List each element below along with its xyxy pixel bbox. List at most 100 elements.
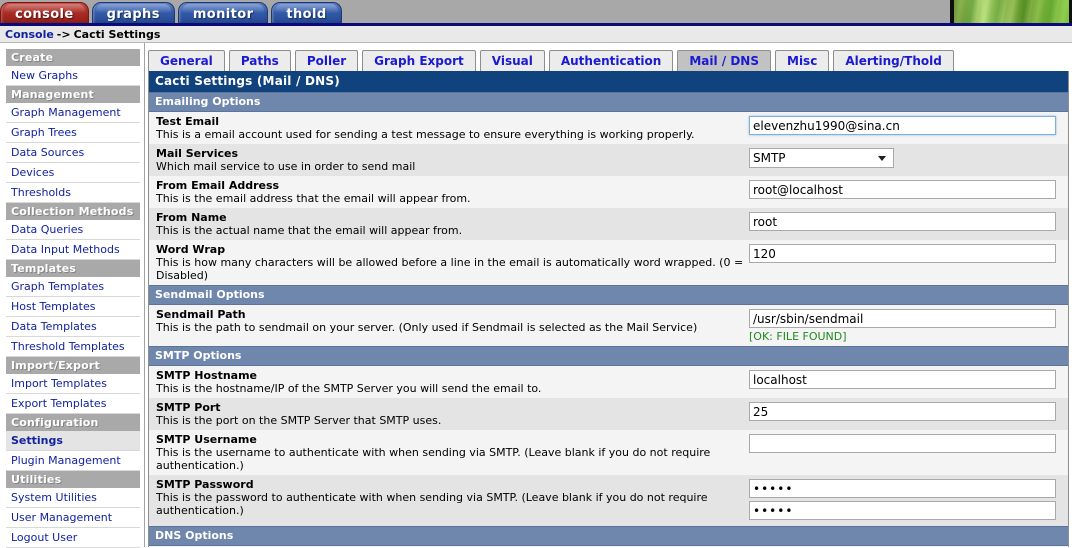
setting-label-cell: Test Email This is a email account used f… — [149, 115, 749, 141]
sidebar-group-header: Collection Methods — [6, 203, 140, 220]
sidebar-item-data-templates[interactable]: Data Templates — [6, 317, 140, 337]
setting-label-cell: Mail Services Which mail service to use i… — [149, 147, 749, 173]
setting-control-cell — [749, 433, 1068, 453]
top-tab-label: monitor — [192, 7, 254, 22]
sidebar-item-data-input-methods[interactable]: Data Input Methods — [6, 240, 140, 260]
setting-row: SMTP Hostname This is the hostname/IP of … — [149, 366, 1068, 398]
section-header: SMTP Options — [149, 346, 1068, 366]
top-tab-graphs[interactable]: graphs — [91, 2, 175, 23]
tab-mail-dns[interactable]: Mail / DNS — [677, 50, 771, 71]
setting-label-cell: SMTP Port This is the port on the SMTP Se… — [149, 401, 749, 427]
setting-row: Primary DNS IP Address — [149, 546, 1068, 547]
tab-graph-export[interactable]: Graph Export — [362, 50, 476, 71]
top-tab-list: console graphs monitor thold — [0, 0, 345, 23]
top-tab-monitor[interactable]: monitor — [177, 2, 269, 23]
sidebar-item-import-templates[interactable]: Import Templates — [6, 374, 140, 394]
settings-tab-list: General Paths Poller Graph Export Visual Auth… — [148, 49, 1069, 71]
setting-control-cell: [OK: FILE FOUND] — [749, 308, 1068, 343]
sidebar-item-logout-user[interactable]: Logout User — [6, 528, 140, 548]
setting-label-cell: Word Wrap This is how many characters wil… — [149, 243, 749, 282]
setting-name: SMTP Port — [156, 401, 221, 414]
smtp-hostname-input[interactable] — [749, 370, 1056, 389]
tab-poller[interactable]: Poller — [294, 50, 359, 71]
sidebar: Create New Graphs Management Graph Manageme… — [0, 43, 145, 548]
from-name-input[interactable] — [749, 212, 1056, 231]
tab-misc[interactable]: Misc — [775, 50, 830, 71]
setting-label-cell: From Name This is the actual name that th… — [149, 211, 749, 237]
sidebar-item-data-queries[interactable]: Data Queries — [6, 220, 140, 240]
top-tab-console[interactable]: console — [0, 2, 89, 23]
setting-label-cell: SMTP Username This is the username to aut… — [149, 433, 749, 472]
sidebar-item-graph-templates[interactable]: Graph Templates — [6, 277, 140, 297]
setting-description: This is how many characters will be allo… — [156, 256, 744, 282]
tab-alerting-thold[interactable]: Alerting/Thold — [833, 50, 954, 71]
setting-label-cell: SMTP Password This is the password to aut… — [149, 478, 749, 517]
setting-name: Mail Services — [156, 147, 239, 160]
section-header: DNS Options — [149, 526, 1068, 546]
smtp-password-confirm-input[interactable] — [749, 501, 1056, 520]
top-tab-thold[interactable]: thold — [271, 2, 342, 23]
setting-name: Test Email — [156, 115, 220, 128]
setting-name: From Email Address — [156, 179, 280, 192]
tab-general[interactable]: General — [148, 50, 225, 71]
sidebar-item-user-management[interactable]: User Management — [6, 508, 140, 528]
smtp-port-input[interactable] — [749, 402, 1056, 421]
smtp-password-input[interactable] — [749, 479, 1056, 498]
sidebar-item-host-templates[interactable]: Host Templates — [6, 297, 140, 317]
main-content: General Paths Poller Graph Export Visual Auth… — [145, 43, 1072, 547]
breadcrumb-separator: -> — [56, 27, 71, 41]
setting-control-cell — [749, 401, 1068, 421]
setting-row: Test Email This is a email account used f… — [149, 112, 1068, 144]
settings-sections: Emailing Options Test Email This is a emai… — [149, 92, 1068, 547]
sidebar-item-system-utilities[interactable]: System Utilities — [6, 488, 140, 508]
tab-visual[interactable]: Visual — [479, 50, 545, 71]
setting-row: SMTP Username This is the username to aut… — [149, 430, 1068, 475]
sidebar-item-export-templates[interactable]: Export Templates — [6, 394, 140, 414]
setting-row: SMTP Port This is the port on the SMTP Se… — [149, 398, 1068, 430]
setting-description: This is the port on the SMTP Server that… — [156, 414, 442, 427]
setting-label-cell: Sendmail Path This is the path to sendmai… — [149, 308, 749, 334]
setting-name: Sendmail Path — [156, 308, 246, 321]
top-tab-label: graphs — [106, 7, 160, 22]
sidebar-item-graph-management[interactable]: Graph Management — [6, 103, 140, 123]
mail-services-select[interactable]: SMTP — [749, 148, 894, 168]
setting-description: This is the password to authenticate wit… — [156, 491, 708, 517]
setting-description: This is the path to sendmail on your ser… — [156, 321, 698, 334]
sidebar-group-header: Import/Export — [6, 357, 140, 374]
setting-control-cell — [749, 211, 1068, 231]
setting-control-cell — [749, 478, 1068, 523]
sidebar-item-threshold-templates[interactable]: Threshold Templates — [6, 337, 140, 357]
word-wrap-input[interactable] — [749, 244, 1056, 263]
password-pair — [749, 479, 1056, 523]
sidebar-item-new-graphs[interactable]: New Graphs — [6, 66, 140, 86]
sidebar-item-plugin-management[interactable]: Plugin Management — [6, 451, 140, 471]
cacti-logo — [950, 0, 1072, 23]
sidebar-group-header: Templates — [6, 260, 140, 277]
sidebar-item-settings[interactable]: Settings — [6, 431, 140, 451]
from-email-address-input[interactable] — [749, 180, 1056, 199]
setting-row: Word Wrap This is how many characters wil… — [149, 240, 1068, 285]
setting-control-cell: SMTP — [749, 147, 1068, 168]
sidebar-item-data-sources[interactable]: Data Sources — [6, 143, 140, 163]
top-tab-label: thold — [286, 7, 327, 22]
tab-paths[interactable]: Paths — [228, 50, 291, 71]
sendmail-path-input[interactable] — [749, 309, 1056, 328]
top-tab-label: console — [15, 7, 74, 22]
setting-name: From Name — [156, 211, 227, 224]
tab-authentication[interactable]: Authentication — [548, 50, 674, 71]
setting-name: SMTP Hostname — [156, 369, 258, 382]
setting-description: This is a email account used for sending… — [156, 128, 695, 141]
sidebar-group-header: Configuration — [6, 414, 140, 431]
sidebar-item-devices[interactable]: Devices — [6, 163, 140, 183]
sidebar-item-thresholds[interactable]: Thresholds — [6, 183, 140, 203]
test-email-input[interactable] — [749, 116, 1056, 135]
sidebar-item-graph-trees[interactable]: Graph Trees — [6, 123, 140, 143]
smtp-username-input[interactable] — [749, 434, 1056, 453]
breadcrumb-current: Cacti Settings — [73, 27, 161, 41]
breadcrumb-link-console[interactable]: Console — [5, 28, 54, 41]
setting-description: This is the username to authenticate wit… — [156, 446, 711, 472]
settings-panel: Cacti Settings (Mail / DNS) Emailing Opt… — [148, 71, 1069, 547]
sendmail-path-status: [OK: FILE FOUND] — [749, 330, 847, 343]
setting-description: Which mail service to use in order to se… — [156, 160, 416, 173]
setting-control-cell — [749, 179, 1068, 199]
